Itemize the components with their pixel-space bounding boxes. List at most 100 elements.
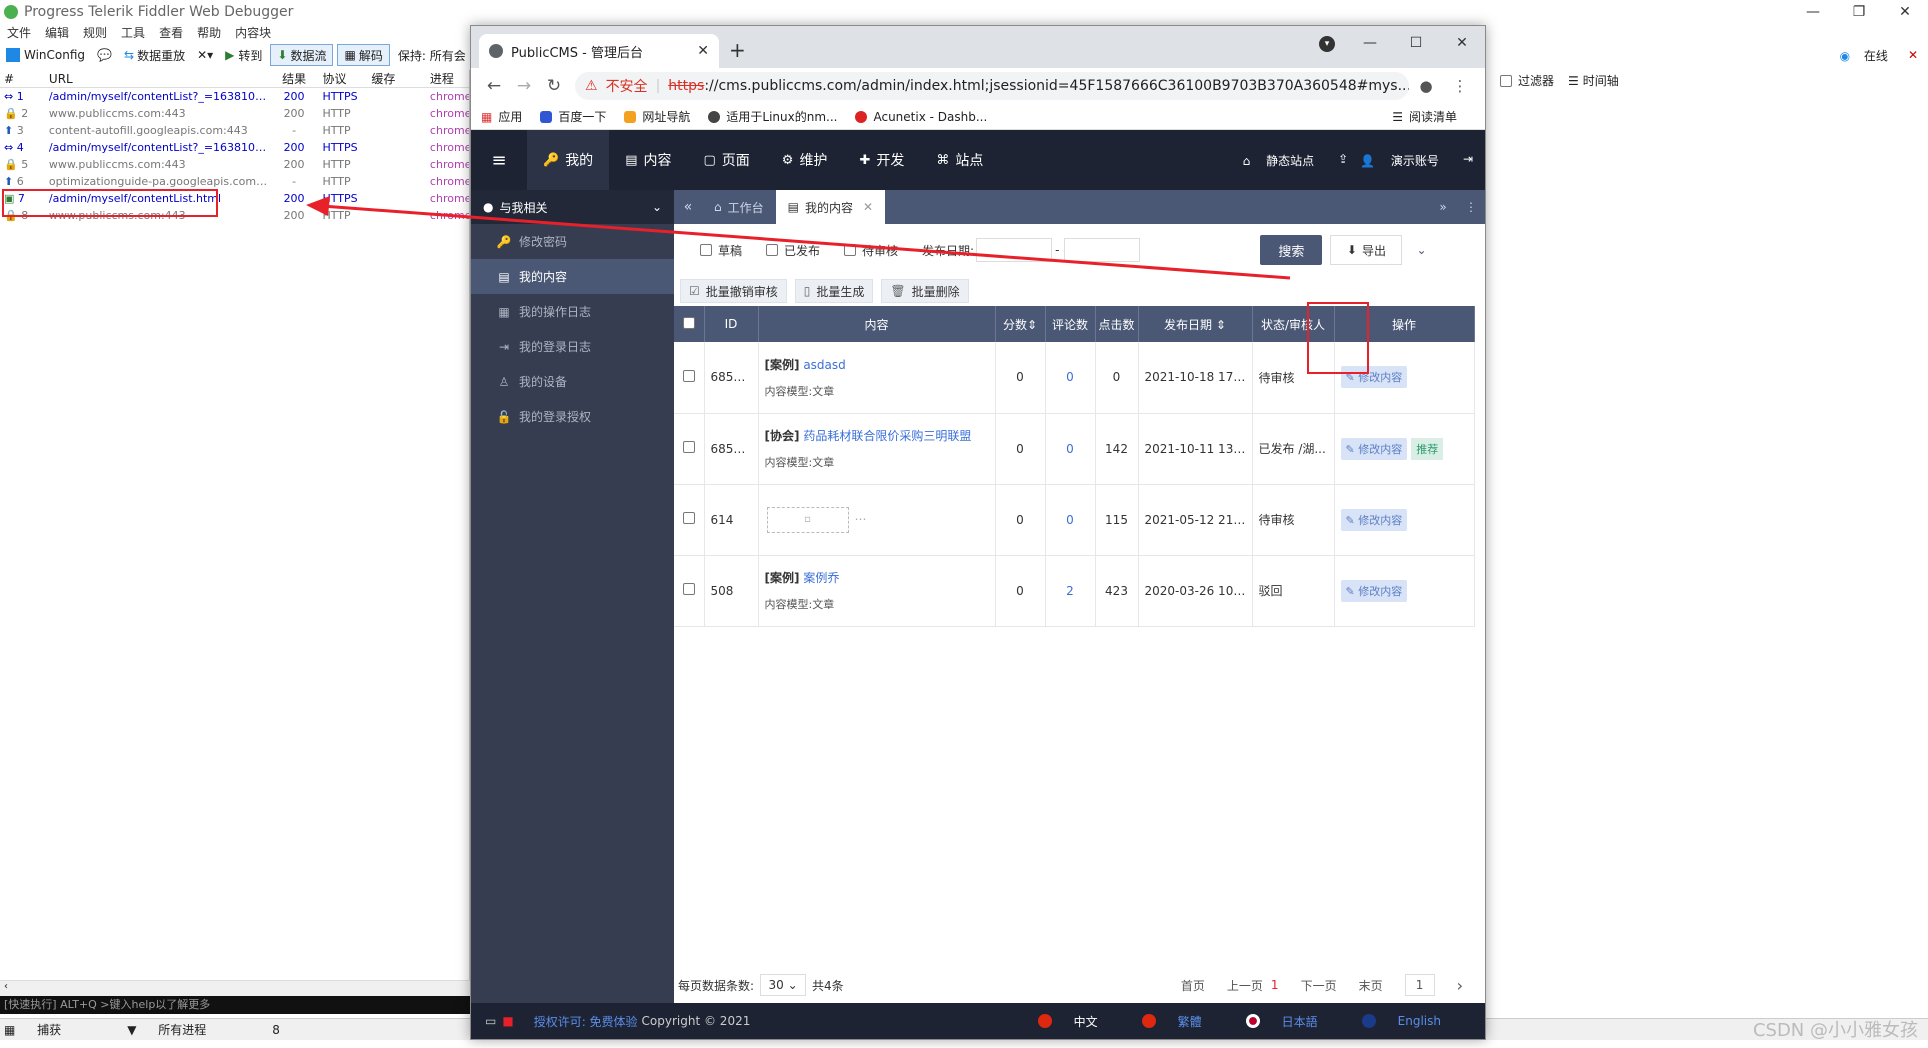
- row-comments-link[interactable]: 0: [1066, 513, 1074, 527]
- select-all-checkbox[interactable]: [682, 316, 695, 329]
- lang-en[interactable]: English: [1361, 1013, 1463, 1030]
- bulk-delete-button[interactable]: 🗑 批量删除: [881, 279, 969, 303]
- row-checkbox[interactable]: [682, 369, 695, 382]
- new-tab-icon[interactable]: +: [729, 38, 746, 62]
- edit-content-button[interactable]: ✎ 修改内容: [1340, 579, 1408, 602]
- go-page-icon[interactable]: ›: [1457, 976, 1463, 995]
- forward-icon[interactable]: →: [509, 76, 539, 96]
- replay-button[interactable]: ⇆ 数据重放: [118, 44, 191, 66]
- topnav-site[interactable]: ⌘ 站点: [920, 130, 999, 190]
- col-process[interactable]: 进程: [430, 70, 469, 87]
- account-link[interactable]: 👤 演示账号: [1360, 152, 1451, 169]
- col-clicks[interactable]: 点击数: [1095, 306, 1139, 342]
- close-icon[interactable]: ✕: [1439, 26, 1485, 60]
- lang-ja[interactable]: 日本語: [1245, 1013, 1340, 1030]
- col-cache[interactable]: 缓存: [371, 70, 430, 87]
- winconfig-button[interactable]: WinConfig: [0, 44, 91, 66]
- session-row[interactable]: 🔒 5 www.publiccms.com:443 200 HTTP chrom…: [0, 156, 469, 173]
- row-checkbox[interactable]: [682, 512, 695, 524]
- session-row[interactable]: ⬆ 6 optimizationguide-pa.googleapis.com:…: [0, 173, 469, 190]
- online-indicator[interactable]: ◉ 在线: [1840, 47, 1898, 64]
- search-button[interactable]: 搜索: [1260, 235, 1323, 265]
- row-title-link[interactable]: 厦门医药交易中心: [893, 500, 989, 514]
- topnav-develop[interactable]: ✚ 开发: [843, 130, 920, 190]
- topnav-my[interactable]: 🔑 我的: [527, 130, 610, 190]
- hamburger-icon[interactable]: ≡: [471, 150, 527, 171]
- minimize-icon[interactable]: —: [1347, 26, 1393, 60]
- filter-tab[interactable]: 过滤器: [1518, 72, 1554, 89]
- bookmark-nmap[interactable]: 适用于Linux的nm...: [708, 108, 837, 125]
- lang-zh-tw[interactable]: 繁體: [1141, 1013, 1224, 1030]
- bookmark-baidu[interactable]: 百度一下: [540, 108, 606, 125]
- tab-search-icon[interactable]: ▾: [1319, 36, 1335, 52]
- topnav-maintain[interactable]: ⚙ 维护: [766, 130, 844, 190]
- remove-button[interactable]: ✕▾: [191, 44, 219, 66]
- menu-help[interactable]: 帮助: [190, 24, 228, 42]
- first-page-link[interactable]: 首页: [1181, 977, 1205, 994]
- keep-dropdown[interactable]: 保持: 所有会: [392, 44, 472, 66]
- row-title-link[interactable]: asdasd: [803, 358, 845, 372]
- go-button[interactable]: ▶ 转到: [219, 44, 268, 66]
- filter-pending[interactable]: 待审核: [844, 242, 898, 259]
- date-start-input[interactable]: [976, 238, 1053, 262]
- published-checkbox[interactable]: [766, 244, 779, 256]
- session-row[interactable]: ⇔ 1 /admin/myself/contentList?_=16381089…: [0, 88, 469, 105]
- col-score[interactable]: 分数⇕: [995, 306, 1046, 342]
- export-button[interactable]: ⬇ 导出: [1330, 235, 1403, 265]
- reading-list[interactable]: ☰ 阅读清单: [1392, 108, 1457, 125]
- date-end-input[interactable]: [1064, 238, 1141, 262]
- process-filter[interactable]: ▼ 所有进程: [127, 1021, 224, 1038]
- sidebar-item-device[interactable]: ♙ 我的设备: [471, 364, 674, 399]
- bookmark-apps[interactable]: ▦ 应用: [481, 108, 522, 125]
- logout-icon[interactable]: ⇥: [1463, 152, 1473, 169]
- restore-icon[interactable]: ❐: [1836, 0, 1882, 24]
- session-hscroll[interactable]: ‹: [0, 980, 470, 996]
- row-comments-link[interactable]: 2: [1066, 584, 1074, 598]
- recommend-button[interactable]: 推荐: [1411, 437, 1444, 460]
- row-checkbox[interactable]: [682, 583, 695, 595]
- row-checkbox[interactable]: [682, 441, 695, 453]
- address-bar[interactable]: ⚠ 不安全 | https ://cms.publiccms.com/admin…: [575, 72, 1409, 100]
- capture-toggle[interactable]: ▦ 捕获: [4, 1021, 79, 1038]
- prev-page-link[interactable]: 上一页: [1227, 977, 1263, 994]
- fiddler-close-icon[interactable]: ✕: [1908, 48, 1918, 62]
- col-id[interactable]: ID: [704, 306, 759, 342]
- topnav-page[interactable]: ▢ 页面: [687, 130, 765, 190]
- row-comments-link[interactable]: 0: [1066, 442, 1074, 456]
- pending-checkbox[interactable]: [844, 244, 857, 256]
- menu-kebab-icon[interactable]: ⋮: [1443, 77, 1477, 95]
- fullscreen-icon[interactable]: ■: [502, 1014, 513, 1028]
- session-row[interactable]: 🔒 2 www.publiccms.com:443 200 HTTP chrom…: [0, 105, 469, 122]
- menu-edit[interactable]: 编辑: [38, 24, 76, 42]
- filter-published[interactable]: 已发布: [766, 242, 820, 259]
- upload-icon[interactable]: ⇪: [1338, 152, 1348, 169]
- sidebar-item-login-auth[interactable]: 🔓 我的登录授权: [471, 399, 674, 434]
- sidebar-item-operation-log[interactable]: ▦ 我的操作日志: [471, 294, 674, 329]
- col-comments[interactable]: 评论数: [1045, 306, 1096, 342]
- edit-content-button[interactable]: ✎ 修改内容: [1340, 437, 1408, 460]
- topnav-content[interactable]: ▤ 内容: [609, 130, 687, 190]
- col-result[interactable]: 结果: [270, 70, 319, 87]
- menu-tools[interactable]: 工具: [114, 24, 152, 42]
- lang-zh[interactable]: 中文: [1037, 1013, 1120, 1030]
- tabs-menu-icon[interactable]: ⋮: [1457, 200, 1485, 214]
- quickexec-input[interactable]: [快速执行] ALT+Q >键入help以了解更多: [0, 996, 470, 1014]
- profile-icon[interactable]: ●: [1409, 77, 1443, 95]
- page-number-input[interactable]: 1: [1404, 974, 1435, 996]
- stream-button[interactable]: ⬇ 数据流: [270, 44, 334, 66]
- scroll-left-icon[interactable]: ‹: [4, 981, 8, 992]
- bookmark-nav[interactable]: 网址导航: [624, 108, 690, 125]
- col-date[interactable]: 发布日期 ⇕: [1138, 306, 1253, 342]
- filter-checkbox[interactable]: [1500, 74, 1512, 87]
- menu-rules[interactable]: 规则: [76, 24, 114, 42]
- expand-filter-icon[interactable]: ⌄: [1416, 243, 1426, 257]
- static-site-link[interactable]: ⌂ 静态站点: [1243, 152, 1326, 169]
- col-url[interactable]: URL: [49, 72, 270, 86]
- reload-icon[interactable]: ↻: [539, 76, 569, 96]
- col-protocol[interactable]: 协议: [318, 70, 371, 87]
- sidebar-group-header[interactable]: ● 与我相关 ⌄: [471, 190, 674, 224]
- per-page-select[interactable]: 30 ⌄: [760, 974, 807, 996]
- row-title-link[interactable]: 案例乔: [803, 571, 839, 585]
- next-page-link[interactable]: 下一页: [1301, 977, 1337, 994]
- row-title-link[interactable]: 药品耗材联合限价采购三明联盟: [803, 429, 971, 443]
